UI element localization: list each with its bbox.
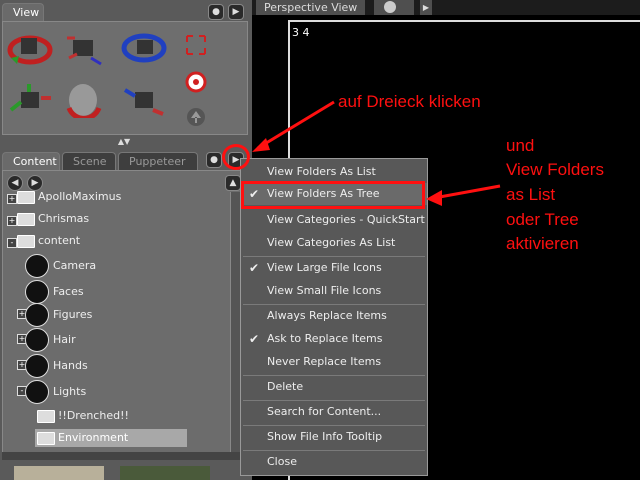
target-icon[interactable] [181, 66, 227, 106]
expand-icon[interactable]: + [7, 216, 17, 226]
hand-icon [25, 354, 49, 378]
folder-icon [17, 234, 35, 248]
tree-item-selected[interactable]: Environment [35, 429, 187, 447]
figure-icon [25, 303, 49, 327]
folder-icon [17, 212, 35, 226]
folder-icon [37, 431, 55, 445]
trackball-camera-icon[interactable] [61, 28, 107, 68]
annotation-line: as List [506, 185, 556, 204]
annotation-line: oder Tree [506, 210, 579, 229]
check-icon: ✔ [249, 332, 260, 346]
rotate-up-icon[interactable] [61, 78, 107, 118]
tab-perspective-view[interactable]: Perspective View [256, 0, 366, 15]
menu-item-always-replace-items[interactable]: Always Replace Items [241, 305, 427, 327]
tree-item[interactable]: Hair [25, 327, 76, 353]
tree-item[interactable]: Lights [25, 379, 86, 405]
tab-puppeteer[interactable]: Puppeteer [118, 152, 198, 170]
view-panel-menu-triangle-icon[interactable]: ▶ [228, 4, 244, 20]
sphere-icon [384, 1, 396, 13]
panel-collapse-handle[interactable]: ▲▼ [112, 138, 136, 146]
thumbnail-image[interactable] [120, 466, 210, 480]
annotation-click-triangle: auf Dreieck klicken [338, 92, 481, 111]
menu-item-view-categories-as-list[interactable]: View Categories As List [241, 232, 427, 254]
move-xz-icon[interactable] [7, 80, 53, 120]
collapse-icon[interactable]: - [7, 238, 17, 248]
up-arrow-icon[interactable] [181, 102, 227, 142]
menu-item-ask-to-replace-items[interactable]: ✔ Ask to Replace Items [241, 328, 427, 350]
menu-item-show-file-info-tooltip[interactable]: Show File Info Tooltip [241, 426, 427, 448]
menu-item-close[interactable]: Close [241, 451, 427, 473]
folder-icon [17, 190, 35, 204]
tab-scene[interactable]: Scene [62, 152, 116, 170]
face-icon [25, 280, 49, 304]
tree-item[interactable]: Camera [25, 253, 96, 279]
check-icon: ✔ [249, 261, 260, 275]
tree-item[interactable]: Chrismas [17, 210, 89, 228]
menu-item-view-large-file-icons[interactable]: ✔ View Large File Icons [241, 257, 427, 279]
left-pane: View ● ▶ ▲▼ Content Scene Puppeteer ● ▶ … [0, 0, 252, 480]
tree-item[interactable]: !!Drenched!! [37, 407, 129, 425]
tree-item[interactable]: Hands [25, 353, 88, 379]
menu-item-delete[interactable]: Delete [241, 376, 427, 398]
rotate-camera-icon[interactable] [7, 28, 53, 68]
content-tree-panel: ◀ ▶ ▲ + ApolloMaximus + Chrismas - conte… [2, 170, 248, 460]
frame-icon[interactable] [181, 30, 227, 70]
tree-item[interactable]: ApolloMaximus [17, 188, 121, 206]
tree-item[interactable]: content [17, 232, 80, 250]
annotation-line: und [506, 136, 535, 155]
expand-icon[interactable]: + [7, 194, 17, 204]
move-xy-icon[interactable] [121, 80, 167, 120]
menu-item-never-replace-items[interactable]: Never Replace Items [241, 351, 427, 373]
viewport-overlay-text: 3 4 [292, 26, 310, 39]
rotate-horizontal-icon[interactable] [121, 28, 167, 68]
pin-icon[interactable]: ● [208, 4, 224, 20]
viewport-menu-triangle-icon[interactable]: ▶ [420, 0, 432, 15]
hair-icon [25, 328, 49, 352]
camera-icon [25, 254, 49, 278]
horizontal-scrollbar[interactable] [2, 452, 248, 460]
menu-item-view-small-file-icons[interactable]: View Small File Icons [241, 280, 427, 302]
display-style-button[interactable] [374, 0, 414, 15]
pin-icon[interactable]: ● [206, 152, 222, 168]
lightbulb-icon [25, 380, 49, 404]
tree-item[interactable]: Figures [25, 302, 92, 328]
annotation-line: aktivieren [506, 234, 579, 253]
tab-view[interactable]: View [2, 3, 44, 21]
view-controls-panel [2, 21, 248, 135]
folder-icon [37, 409, 55, 423]
annotation-line: View Folders [506, 160, 604, 179]
thumbnail-image[interactable] [14, 466, 104, 480]
menu-item-search-for-content[interactable]: Search for Content... [241, 401, 427, 423]
tab-content[interactable]: Content [2, 152, 60, 170]
